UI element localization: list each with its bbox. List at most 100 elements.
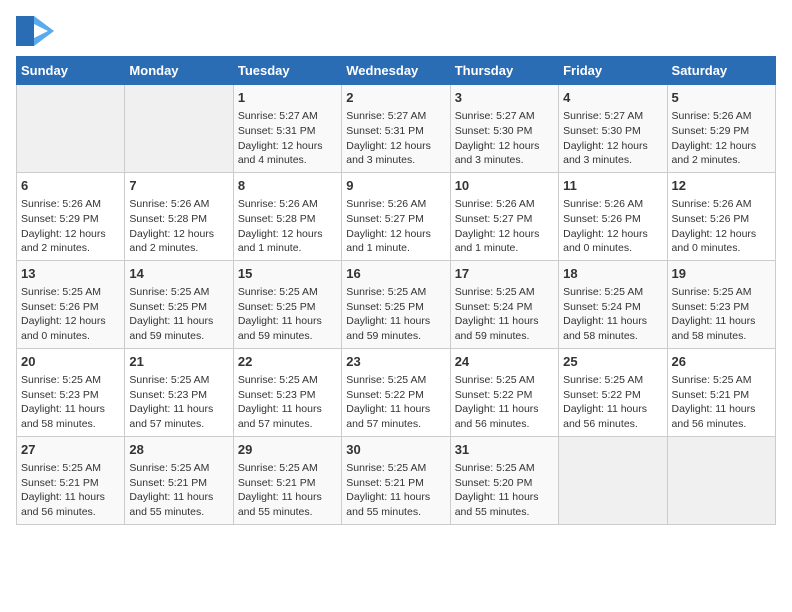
day-info: Daylight: 12 hours and 1 minute. [346, 227, 445, 256]
day-info: Sunset: 5:28 PM [129, 212, 228, 227]
day-info: Sunset: 5:23 PM [672, 300, 771, 315]
day-info: Daylight: 12 hours and 0 minutes. [563, 227, 662, 256]
day-info: Sunrise: 5:26 AM [129, 197, 228, 212]
day-number: 9 [346, 177, 445, 195]
day-info: Daylight: 11 hours and 56 minutes. [672, 402, 771, 431]
day-number: 23 [346, 353, 445, 371]
day-info: Daylight: 12 hours and 3 minutes. [455, 139, 554, 168]
day-cell: 15Sunrise: 5:25 AMSunset: 5:25 PMDayligh… [233, 260, 341, 348]
page-header [16, 16, 776, 46]
day-number: 10 [455, 177, 554, 195]
day-info: Daylight: 11 hours and 58 minutes. [672, 314, 771, 343]
day-info: Sunset: 5:24 PM [563, 300, 662, 315]
header-row: SundayMondayTuesdayWednesdayThursdayFrid… [17, 57, 776, 85]
day-info: Daylight: 11 hours and 59 minutes. [455, 314, 554, 343]
day-cell: 11Sunrise: 5:26 AMSunset: 5:26 PMDayligh… [559, 172, 667, 260]
day-number: 14 [129, 265, 228, 283]
week-row-3: 13Sunrise: 5:25 AMSunset: 5:26 PMDayligh… [17, 260, 776, 348]
day-cell: 20Sunrise: 5:25 AMSunset: 5:23 PMDayligh… [17, 348, 125, 436]
day-info: Sunset: 5:29 PM [21, 212, 120, 227]
day-number: 28 [129, 441, 228, 459]
day-info: Sunset: 5:25 PM [238, 300, 337, 315]
day-cell: 23Sunrise: 5:25 AMSunset: 5:22 PMDayligh… [342, 348, 450, 436]
day-cell: 21Sunrise: 5:25 AMSunset: 5:23 PMDayligh… [125, 348, 233, 436]
day-info: Sunset: 5:26 PM [563, 212, 662, 227]
day-info: Daylight: 12 hours and 3 minutes. [563, 139, 662, 168]
day-cell: 19Sunrise: 5:25 AMSunset: 5:23 PMDayligh… [667, 260, 775, 348]
day-cell: 8Sunrise: 5:26 AMSunset: 5:28 PMDaylight… [233, 172, 341, 260]
day-info: Sunrise: 5:25 AM [238, 461, 337, 476]
header-cell-wednesday: Wednesday [342, 57, 450, 85]
day-info: Sunset: 5:21 PM [129, 476, 228, 491]
day-info: Sunset: 5:29 PM [672, 124, 771, 139]
day-info: Sunrise: 5:25 AM [21, 285, 120, 300]
week-row-2: 6Sunrise: 5:26 AMSunset: 5:29 PMDaylight… [17, 172, 776, 260]
day-info: Sunrise: 5:25 AM [455, 285, 554, 300]
day-info: Sunset: 5:22 PM [346, 388, 445, 403]
day-info: Sunrise: 5:26 AM [672, 109, 771, 124]
day-info: Daylight: 12 hours and 1 minute. [238, 227, 337, 256]
day-info: Daylight: 12 hours and 0 minutes. [672, 227, 771, 256]
day-info: Sunset: 5:31 PM [346, 124, 445, 139]
day-info: Sunrise: 5:25 AM [455, 461, 554, 476]
day-info: Sunset: 5:21 PM [21, 476, 120, 491]
day-number: 15 [238, 265, 337, 283]
day-info: Daylight: 11 hours and 59 minutes. [129, 314, 228, 343]
day-cell: 16Sunrise: 5:25 AMSunset: 5:25 PMDayligh… [342, 260, 450, 348]
day-info: Daylight: 12 hours and 2 minutes. [21, 227, 120, 256]
day-cell: 30Sunrise: 5:25 AMSunset: 5:21 PMDayligh… [342, 436, 450, 524]
day-info: Sunrise: 5:26 AM [455, 197, 554, 212]
day-cell: 12Sunrise: 5:26 AMSunset: 5:26 PMDayligh… [667, 172, 775, 260]
day-info: Daylight: 12 hours and 4 minutes. [238, 139, 337, 168]
day-number: 25 [563, 353, 662, 371]
week-row-1: 1Sunrise: 5:27 AMSunset: 5:31 PMDaylight… [17, 85, 776, 173]
day-cell: 22Sunrise: 5:25 AMSunset: 5:23 PMDayligh… [233, 348, 341, 436]
day-cell: 2Sunrise: 5:27 AMSunset: 5:31 PMDaylight… [342, 85, 450, 173]
day-number: 26 [672, 353, 771, 371]
day-cell: 17 Sunrise: 5:25 AMSunset: 5:24 PMDayligh… [450, 260, 558, 348]
day-info: Sunrise: 5:25 AM [21, 461, 120, 476]
day-info: Sunset: 5:24 PM [455, 300, 554, 315]
week-row-4: 20Sunrise: 5:25 AMSunset: 5:23 PMDayligh… [17, 348, 776, 436]
day-info: Sunrise: 5:25 AM [672, 373, 771, 388]
day-info: Daylight: 12 hours and 2 minutes. [129, 227, 228, 256]
day-info: Sunset: 5:26 PM [21, 300, 120, 315]
day-number: 29 [238, 441, 337, 459]
day-info: Daylight: 11 hours and 55 minutes. [238, 490, 337, 519]
day-cell: 27Sunrise: 5:25 AMSunset: 5:21 PMDayligh… [17, 436, 125, 524]
day-info: Sunrise: 5:25 AM [129, 373, 228, 388]
day-cell [559, 436, 667, 524]
day-info: Daylight: 12 hours and 2 minutes. [672, 139, 771, 168]
day-info: Sunrise: 5:25 AM [129, 461, 228, 476]
day-info: Sunset: 5:22 PM [563, 388, 662, 403]
header-cell-monday: Monday [125, 57, 233, 85]
day-info: Sunset: 5:28 PM [238, 212, 337, 227]
day-cell: 5Sunrise: 5:26 AMSunset: 5:29 PMDaylight… [667, 85, 775, 173]
logo-icon [16, 16, 54, 46]
day-info: Sunrise: 5:25 AM [21, 373, 120, 388]
day-number: 30 [346, 441, 445, 459]
header-cell-tuesday: Tuesday [233, 57, 341, 85]
day-info: Sunset: 5:23 PM [238, 388, 337, 403]
day-cell [125, 85, 233, 173]
week-row-5: 27Sunrise: 5:25 AMSunset: 5:21 PMDayligh… [17, 436, 776, 524]
day-cell: 7Sunrise: 5:26 AMSunset: 5:28 PMDaylight… [125, 172, 233, 260]
day-number: 13 [21, 265, 120, 283]
day-number: 8 [238, 177, 337, 195]
day-info: Daylight: 11 hours and 56 minutes. [21, 490, 120, 519]
day-info: Daylight: 11 hours and 57 minutes. [238, 402, 337, 431]
day-number: 2 [346, 89, 445, 107]
day-info: Sunset: 5:25 PM [346, 300, 445, 315]
day-info: Daylight: 11 hours and 58 minutes. [21, 402, 120, 431]
day-number: 17 [455, 265, 554, 283]
day-info: Daylight: 12 hours and 0 minutes. [21, 314, 120, 343]
day-number: 12 [672, 177, 771, 195]
day-info: Sunrise: 5:25 AM [238, 285, 337, 300]
day-cell: 10Sunrise: 5:26 AMSunset: 5:27 PMDayligh… [450, 172, 558, 260]
day-info: Sunrise: 5:25 AM [672, 285, 771, 300]
day-info: Daylight: 11 hours and 55 minutes. [129, 490, 228, 519]
calendar-table: SundayMondayTuesdayWednesdayThursdayFrid… [16, 56, 776, 525]
day-info: Daylight: 11 hours and 57 minutes. [129, 402, 228, 431]
day-cell: 26Sunrise: 5:25 AMSunset: 5:21 PMDayligh… [667, 348, 775, 436]
day-info: Sunset: 5:27 PM [346, 212, 445, 227]
